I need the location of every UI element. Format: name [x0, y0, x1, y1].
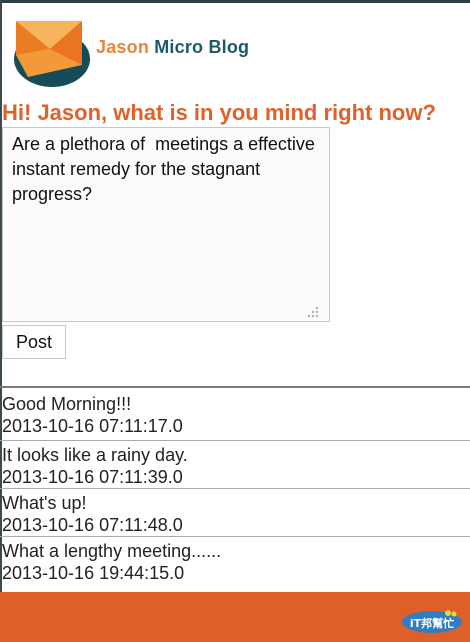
post-text: It looks like a rainy day. [2, 445, 188, 465]
post-text: What's up! [2, 493, 87, 513]
site-header: Jason Micro Blog [0, 3, 470, 95]
compose-prompt: Hi! Jason, what is in you mind right now… [2, 100, 436, 125]
post-timestamp: 2013-10-16 19:44:15.0 [2, 563, 185, 583]
post-timestamp: 2013-10-16 07:11:39.0 [2, 467, 183, 487]
post-text: What a lengthy meeting...... [2, 541, 222, 561]
post-timestamp: 2013-10-16 07:11:17.0 [2, 416, 183, 436]
post-feed: Good Morning!!! 2013-10-16 07:11:17.0 It… [0, 386, 470, 585]
page-footer: iT邦幫忙 [0, 592, 470, 642]
resize-grip-icon[interactable] [306, 305, 320, 319]
feed-item: Good Morning!!! 2013-10-16 07:11:17.0 [0, 388, 470, 441]
badge-text: iT邦幫忙 [410, 616, 454, 630]
brand-first: Jason [96, 37, 150, 57]
brand-second: Micro Blog [154, 37, 250, 57]
status-textarea[interactable]: Are a plethora of meetings a effective i… [2, 127, 330, 322]
post-text: Good Morning!!! [2, 394, 132, 414]
feed-item: What a lengthy meeting...... 2013-10-16 … [0, 537, 470, 585]
ithelp-badge-icon[interactable]: iT邦幫忙 [401, 608, 463, 634]
envelope-logo-icon[interactable] [6, 15, 92, 87]
post-button[interactable]: Post [2, 325, 66, 359]
brand-title[interactable]: Jason Micro Blog [96, 37, 249, 58]
post-timestamp: 2013-10-16 07:11:48.0 [2, 515, 183, 535]
feed-item: What's up! 2013-10-16 07:11:48.0 [0, 489, 470, 537]
feed-item: It looks like a rainy day. 2013-10-16 07… [0, 441, 470, 489]
